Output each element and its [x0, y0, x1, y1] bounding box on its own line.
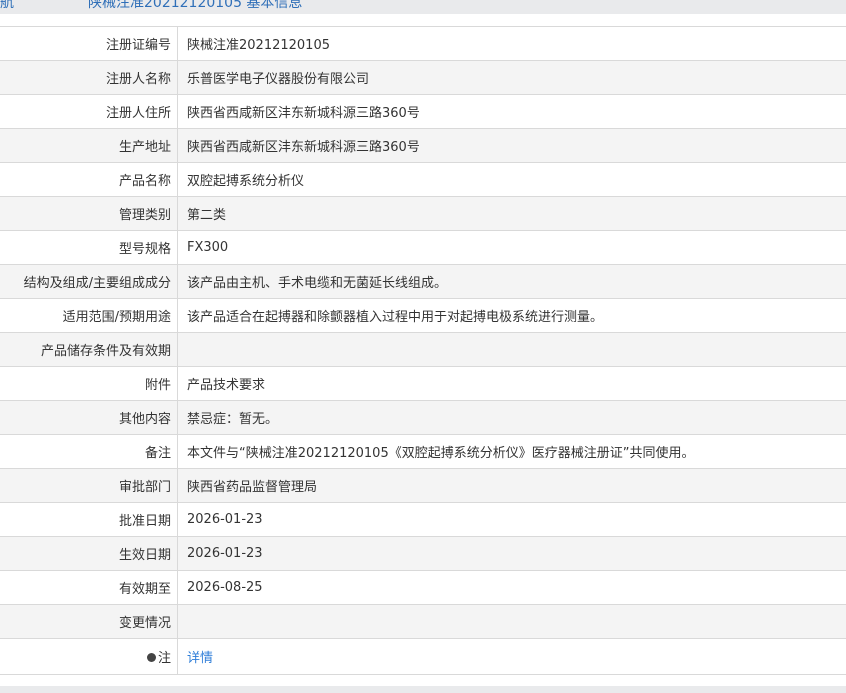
field-value: 陕西省西咸新区沣东新城科源三路360号 — [177, 94, 846, 129]
field-label: 管理类别 — [0, 196, 178, 231]
field-label: 变更情况 — [0, 604, 178, 639]
field-value: 双腔起搏系统分析仪 — [177, 162, 846, 197]
field-value: 该产品适合在起搏器和除颤器植入过程中用于对起搏电极系统进行测量。 — [177, 298, 846, 333]
field-value: 本文件与“陕械注准20212120105《双腔起搏系统分析仪》医疗器械注册证”共… — [177, 434, 846, 469]
field-label: 备注 — [0, 434, 178, 469]
field-label: 注册人名称 — [0, 60, 178, 95]
field-value — [177, 332, 846, 367]
field-value: 2026-08-25 — [177, 570, 846, 605]
field-value: 禁忌症：暂无。 — [177, 400, 846, 435]
table-row: 备注 本文件与“陕械注准20212120105《双腔起搏系统分析仪》医疗器械注册… — [0, 434, 846, 469]
field-label: 产品储存条件及有效期 — [0, 332, 178, 367]
note-value-cell: 详情 — [177, 638, 846, 675]
bottom-bar — [0, 686, 846, 693]
table-row: 其他内容 禁忌症：暂无。 — [0, 400, 846, 435]
field-label: 有效期至 — [0, 570, 178, 605]
field-label: 注册人住所 — [0, 94, 178, 129]
field-value: 乐普医学电子仪器股份有限公司 — [177, 60, 846, 95]
top-bar: 航 陕械注准20212120105 基本信息 — [0, 0, 846, 14]
field-value — [177, 604, 846, 639]
field-label: 附件 — [0, 366, 178, 401]
field-value: 2026-01-23 — [177, 502, 846, 537]
field-value: 第二类 — [177, 196, 846, 231]
table-row: 注册人名称 乐普医学电子仪器股份有限公司 — [0, 60, 846, 95]
field-label: 适用范围/预期用途 — [0, 298, 178, 333]
page-title: 陕械注准20212120105 基本信息 — [88, 0, 303, 11]
table-row: 管理类别 第二类 — [0, 196, 846, 231]
spacer — [0, 14, 846, 26]
note-label: 注 — [157, 651, 171, 666]
table-row: 审批部门 陕西省药品监督管理局 — [0, 468, 846, 503]
table-row: 适用范围/预期用途 该产品适合在起搏器和除颤器植入过程中用于对起搏电极系统进行测… — [0, 298, 846, 333]
field-label: 型号规格 — [0, 230, 178, 265]
field-label: 产品名称 — [0, 162, 178, 197]
table-row: 注册人住所 陕西省西咸新区沣东新城科源三路360号 — [0, 94, 846, 129]
table-row: 注 详情 — [0, 638, 846, 675]
field-label: 结构及组成/主要组成成分 — [0, 264, 178, 299]
field-value: 该产品由主机、手术电缆和无菌延长线组成。 — [177, 264, 846, 299]
field-label: 其他内容 — [0, 400, 178, 435]
details-link[interactable]: 详情 — [187, 651, 213, 666]
table-row: 附件 产品技术要求 — [0, 366, 846, 401]
field-value: 2026-01-23 — [177, 536, 846, 571]
table-row: 产品储存条件及有效期 — [0, 332, 846, 367]
detail-table: 注册证编号 陕械注准20212120105 注册人名称 乐普医学电子仪器股份有限… — [0, 26, 846, 675]
table-row: 产品名称 双腔起搏系统分析仪 — [0, 162, 846, 197]
breadcrumb-link[interactable]: 航 — [0, 0, 14, 12]
table-row: 结构及组成/主要组成成分 该产品由主机、手术电缆和无菌延长线组成。 — [0, 264, 846, 299]
table-row: 批准日期 2026-01-23 — [0, 502, 846, 537]
table-row: 生效日期 2026-01-23 — [0, 536, 846, 571]
table-row: 型号规格 FX300 — [0, 230, 846, 265]
field-value: 产品技术要求 — [177, 366, 846, 401]
table-row: 注册证编号 陕械注准20212120105 — [0, 26, 846, 61]
field-value: 陕西省药品监督管理局 — [177, 468, 846, 503]
table-row: 有效期至 2026-08-25 — [0, 570, 846, 605]
dot-icon — [146, 653, 156, 662]
field-label: 批准日期 — [0, 502, 178, 537]
table-row: 变更情况 — [0, 604, 846, 639]
note-label-cell: 注 — [0, 638, 178, 675]
field-label: 审批部门 — [0, 468, 178, 503]
table-row: 生产地址 陕西省西咸新区沣东新城科源三路360号 — [0, 128, 846, 163]
field-value: FX300 — [177, 230, 846, 265]
field-label: 生产地址 — [0, 128, 178, 163]
field-label: 生效日期 — [0, 536, 178, 571]
field-value: 陕械注准20212120105 — [177, 26, 846, 61]
field-label: 注册证编号 — [0, 26, 178, 61]
field-value: 陕西省西咸新区沣东新城科源三路360号 — [177, 128, 846, 163]
